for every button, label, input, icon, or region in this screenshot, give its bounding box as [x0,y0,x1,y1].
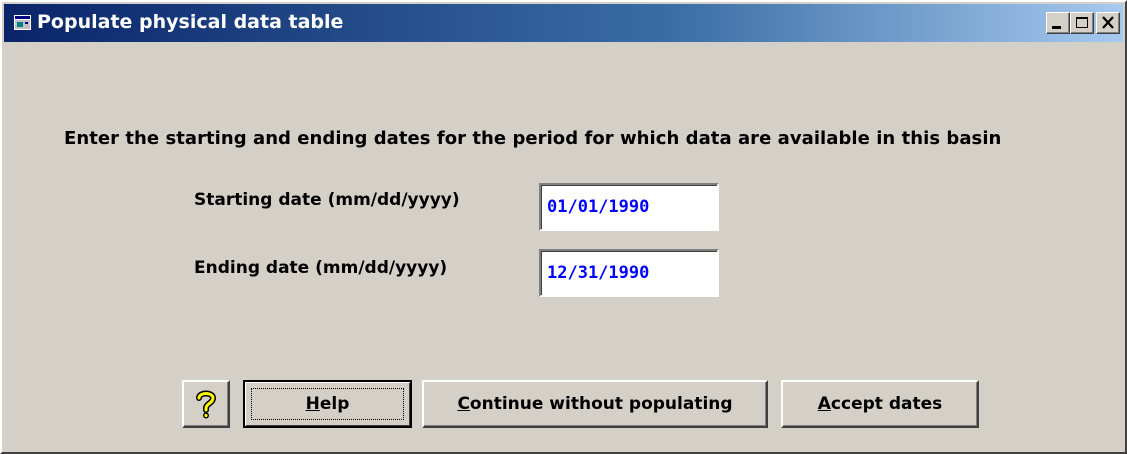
focus-rectangle [251,388,404,420]
continue-mnemonic: C [457,394,470,414]
dialog-window: Populate physical data table Enter the s… [0,0,1127,454]
maximize-icon [1076,17,1088,28]
question-mark-icon [196,390,217,419]
minimize-icon [1052,26,1061,29]
help-button[interactable]: Help [243,380,412,428]
close-icon [1102,16,1114,29]
minimize-button[interactable] [1046,12,1070,34]
instruction-text: Enter the starting and ending dates for … [64,128,1002,149]
starting-date-input[interactable] [539,183,719,231]
window-app-icon[interactable] [14,15,31,30]
title-bar[interactable]: Populate physical data table [4,4,1123,42]
help-question-button[interactable] [182,380,230,428]
maximize-button[interactable] [1070,12,1094,34]
close-button[interactable] [1096,12,1120,34]
continue-button-label: Continue without populating [457,394,732,414]
window-title: Populate physical data table [37,11,344,33]
ending-date-label: Ending date (mm/dd/yyyy) [194,258,448,278]
ending-date-input[interactable] [539,249,719,297]
continue-without-populating-button[interactable]: Continue without populating [422,380,768,428]
accept-dates-button[interactable]: Accept dates [781,380,979,428]
continue-label-rest: ontinue without populating [469,394,733,414]
starting-date-label: Starting date (mm/dd/yyyy) [194,190,460,210]
accept-button-label: Accept dates [818,394,943,414]
accept-mnemonic: A [817,394,831,414]
accept-label-rest: ccept dates [830,394,943,414]
